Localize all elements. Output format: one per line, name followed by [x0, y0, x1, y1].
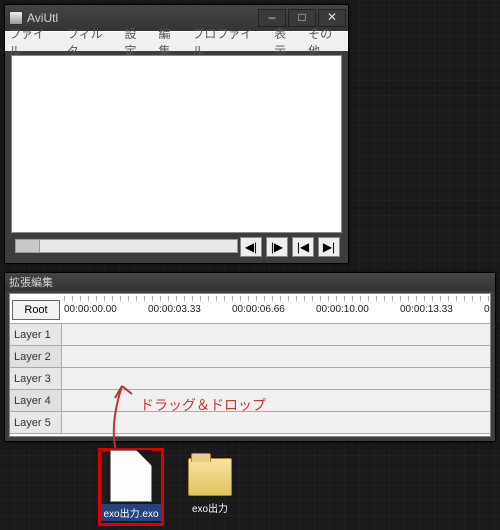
go-end-button[interactable]: ▶|: [318, 237, 340, 257]
window-title: AviUtl: [27, 11, 258, 25]
timecode: 00:00:13.33: [400, 304, 453, 315]
ruler[interactable]: 00:00:00.00 00:00:03.33 00:00:06.66 00:0…: [64, 294, 490, 324]
layer-label[interactable]: Layer 3: [10, 368, 62, 389]
prev-frame-button[interactable]: ◀|: [240, 237, 262, 257]
folder-label: exo出力: [180, 500, 240, 515]
timecode: 00:00:06.66: [232, 304, 285, 315]
app-icon: [9, 11, 23, 25]
layer-row: Layer 2: [10, 346, 490, 368]
layer-track[interactable]: [62, 324, 490, 345]
timecode: 00:00:10.00: [316, 304, 369, 315]
folder-icon: [188, 458, 232, 496]
preview-canvas: [11, 55, 342, 233]
go-start-button[interactable]: |◀: [292, 237, 314, 257]
layer-track[interactable]: [62, 346, 490, 367]
seek-thumb[interactable]: [16, 240, 40, 252]
layer-track[interactable]: [62, 390, 490, 411]
timeline-titlebar[interactable]: 拡張編集: [5, 273, 495, 291]
layers: Layer 1 Layer 2 Layer 3 Layer 4 Layer 5: [10, 324, 490, 434]
menu-view[interactable]: 表示: [274, 25, 298, 59]
menu-profile[interactable]: プロファイル: [192, 25, 264, 59]
layer-label[interactable]: Layer 4: [10, 390, 62, 411]
layer-row: Layer 1: [10, 324, 490, 346]
root-button[interactable]: Root: [12, 300, 60, 320]
layer-label[interactable]: Layer 2: [10, 346, 62, 367]
aviutl-window[interactable]: AviUtl – □ ✕ ファイル フィルタ 設定 編集 プロファイル 表示 そ…: [4, 4, 349, 264]
timeline-ruler-area: Root 00:00:00.00 00:00:03.33 00:00:06.66…: [10, 294, 490, 324]
play-button[interactable]: |▶: [266, 237, 288, 257]
layer-row: Layer 3: [10, 368, 490, 390]
file-icon: [110, 450, 152, 502]
menu-other[interactable]: その他: [308, 25, 344, 59]
menu-filter[interactable]: フィルタ: [67, 25, 115, 59]
file-label: exo出力.exo: [101, 504, 161, 521]
timeline-body: Root 00:00:00.00 00:00:03.33 00:00:06.66…: [9, 293, 491, 437]
exo-folder-icon[interactable]: exo出力: [180, 452, 240, 515]
layer-label[interactable]: Layer 1: [10, 324, 62, 345]
layer-row: Layer 4: [10, 390, 490, 412]
seek-scrollbar[interactable]: [15, 239, 238, 253]
ruler-ticks: [64, 296, 490, 301]
timeline-window[interactable]: 拡張編集 Root 00:00:00.00 00:00:03.33 00:00:…: [4, 272, 496, 442]
layer-label[interactable]: Layer 5: [10, 412, 62, 433]
menu-settings[interactable]: 設定: [124, 25, 148, 59]
timecode: 00:00:03.33: [148, 304, 201, 315]
layer-row: Layer 5: [10, 412, 490, 434]
timeline-title: 拡張編集: [9, 274, 495, 290]
timecode: 00:00:1: [484, 304, 491, 315]
transport-controls: ◀| |▶ |◀ ▶|: [240, 237, 340, 257]
layer-track[interactable]: [62, 368, 490, 389]
menu-bar: ファイル フィルタ 設定 編集 プロファイル 表示 その他: [5, 31, 348, 51]
menu-file[interactable]: ファイル: [9, 25, 57, 59]
layer-track[interactable]: [62, 412, 490, 433]
exo-file-icon[interactable]: exo出力.exo: [101, 450, 161, 521]
timecode: 00:00:00.00: [64, 304, 117, 315]
menu-edit[interactable]: 編集: [158, 25, 182, 59]
timecodes: 00:00:00.00 00:00:03.33 00:00:06.66 00:0…: [64, 304, 490, 322]
